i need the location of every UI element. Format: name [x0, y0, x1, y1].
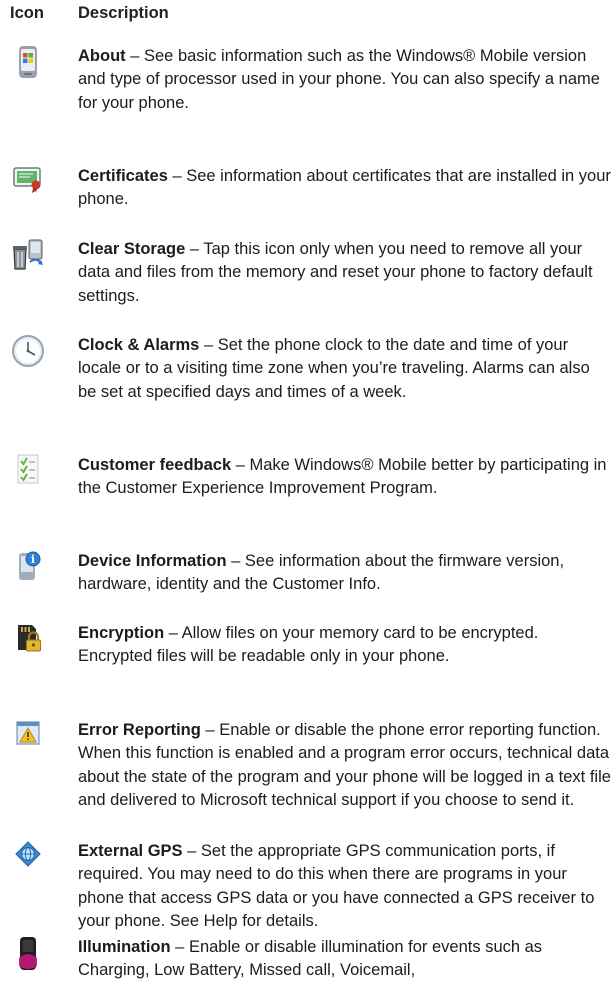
- item-title: Illumination: [78, 938, 171, 956]
- description: About – See basic information such as th…: [78, 45, 612, 115]
- item-title: Clear Storage: [78, 240, 186, 258]
- description: Clock & Alarms – Set the phone clock to …: [78, 334, 612, 404]
- item-title: Certificates: [78, 167, 168, 185]
- description: Illumination – Enable or disable illumin…: [78, 936, 612, 983]
- memory-card-lock-icon: [10, 622, 46, 658]
- svg-text:i: i: [31, 553, 35, 566]
- item-title: External GPS: [78, 842, 183, 860]
- item-title: Device Information: [78, 552, 227, 570]
- description: Encryption – Allow files on your memory …: [78, 622, 612, 669]
- description-column-header: Description: [78, 4, 169, 22]
- gps-globe-icon: [10, 840, 46, 876]
- phone-windows-logo-icon: [10, 45, 46, 81]
- item-title: Clock & Alarms: [78, 336, 200, 354]
- item-title: Error Reporting: [78, 721, 201, 739]
- error-warning-icon: [10, 719, 46, 755]
- item-text: – See basic information such as the Wind…: [78, 47, 600, 112]
- description: Clear Storage – Tap this icon only when …: [78, 238, 612, 308]
- clock-icon: [10, 334, 46, 370]
- device-info-icon: i: [10, 550, 46, 586]
- clear-storage-trash-icon: [10, 238, 46, 274]
- description: Device Information – See information abo…: [78, 550, 612, 597]
- item-title: About: [78, 47, 126, 65]
- item-title: Encryption: [78, 624, 165, 642]
- icon-column-header: Icon: [10, 4, 44, 22]
- description: External GPS – Set the appropriate GPS c…: [78, 840, 612, 933]
- description: Error Reporting – Enable or disable the …: [78, 719, 612, 812]
- illumination-phone-icon: [10, 936, 46, 972]
- description: Customer feedback – Make Windows® Mobile…: [78, 454, 612, 501]
- description: Certificates – See information about cer…: [78, 165, 612, 212]
- certificate-icon: [10, 165, 46, 201]
- item-title: Customer feedback: [78, 456, 232, 474]
- checklist-icon: [10, 454, 46, 490]
